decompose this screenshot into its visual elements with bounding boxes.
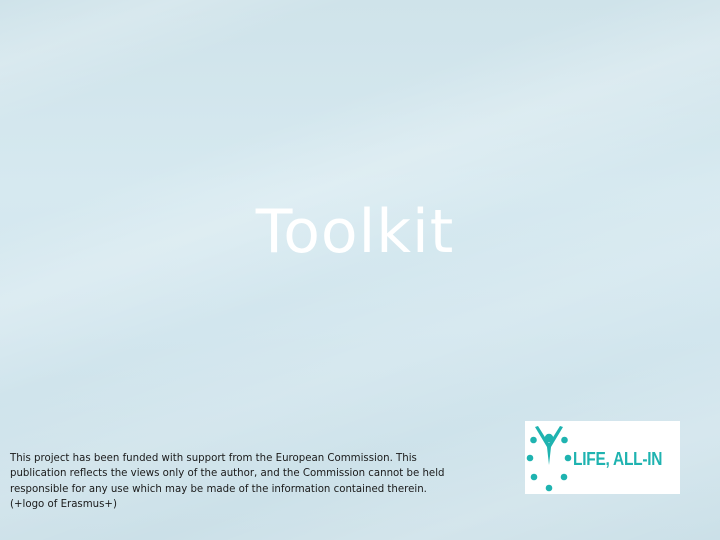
life-all-in-logo: LIFE, ALL-IN (525, 421, 680, 494)
slide: Toolkit This project has been funded wit… (0, 0, 720, 540)
disclaimer-line: (+logo of Erasmus+) (10, 498, 117, 510)
logo-wordmark: LIFE, ALL-IN (573, 449, 663, 469)
funding-disclaimer: This project has been funded with suppor… (10, 451, 470, 512)
disclaimer-line: publication reflects the views only of t… (10, 468, 445, 480)
disclaimer-line: This project has been funded with suppor… (10, 453, 417, 464)
slide-title: Toolkit (255, 197, 455, 267)
disclaimer-line: responsible for any use which may be mad… (10, 483, 427, 495)
figure-with-dots-icon (526, 426, 572, 492)
